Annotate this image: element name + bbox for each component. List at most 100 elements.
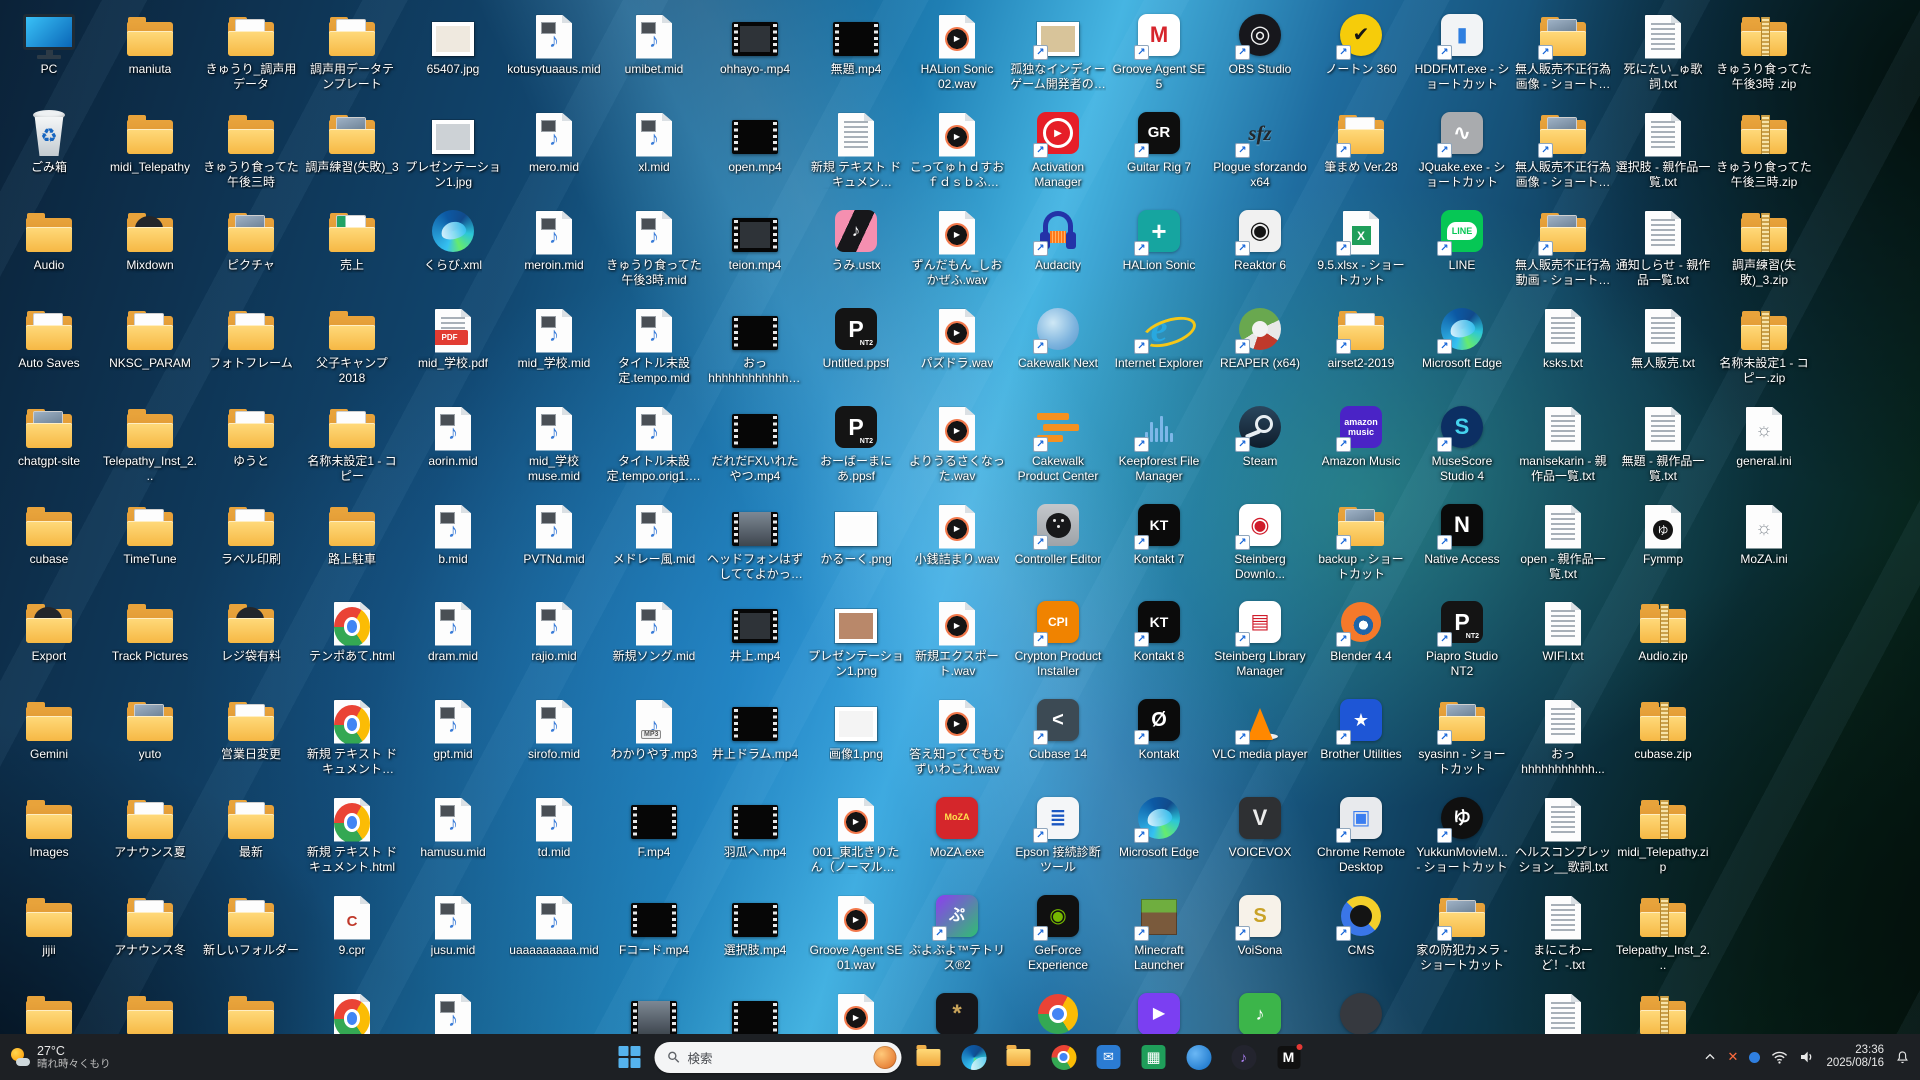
desktop-icon[interactable]: PNT2おーばーまにあ.ppsf	[808, 402, 904, 483]
desktop-icon[interactable]: ♪b.mid	[405, 500, 501, 567]
desktop-icon[interactable]: ゆ↗YukkunMovieM... - ショートカット	[1414, 793, 1510, 874]
desktop-icon[interactable]: Audio	[1, 206, 97, 273]
desktop-icon[interactable]: ↗REAPER (x64)	[1212, 304, 1308, 371]
desktop-icon[interactable]: Telepathy_Inst_2...	[1615, 891, 1711, 972]
desktop-icon[interactable]: ◉↗Reaktor 6	[1212, 206, 1308, 273]
desktop-icon[interactable]: ♪MP3わかりやす.mp3	[606, 695, 702, 762]
desktop-icon[interactable]: テンポあて.html	[304, 597, 400, 664]
desktop-icon[interactable]: Images	[1, 793, 97, 860]
desktop-icon[interactable]: e↗Internet Explorer	[1111, 304, 1207, 371]
desktop-icon[interactable]: C9.cpr	[304, 891, 400, 958]
tray-app-blue-icon[interactable]	[1749, 1052, 1760, 1063]
desktop-icon[interactable]: Mixdown	[102, 206, 198, 273]
search-input[interactable]: 検索	[655, 1042, 902, 1073]
desktop-icon[interactable]: Audio.zip	[1615, 597, 1711, 664]
desktop-icon[interactable]: KT↗Kontakt 8	[1111, 597, 1207, 664]
desktop-icon[interactable]: ▶小銭詰まり.wav	[909, 500, 1005, 567]
notifications-button[interactable]	[1895, 1050, 1910, 1065]
desktop-icon[interactable]: ♪xl.mid	[606, 108, 702, 175]
desktop-icon[interactable]: ♪mero.mid	[506, 108, 602, 175]
desktop-icon[interactable]: 通知しらせ - 親作品一覧.txt	[1615, 206, 1711, 287]
desktop-icon[interactable]: ♪jusu.mid	[405, 891, 501, 958]
desktop-icon[interactable]: ↗無人販売不正行為 画像 - ショートカット	[1515, 108, 1611, 189]
desktop-icon[interactable]: ☼general.ini	[1716, 402, 1812, 469]
desktop-icon[interactable]: ▶こってゅｈｄすおｆｄｓｂふぁ.wav	[909, 108, 1005, 189]
desktop-icon[interactable]: 65407.jpg	[405, 10, 501, 77]
desktop-icon[interactable]: ゆうと	[203, 402, 299, 469]
desktop-icon[interactable]: ↗syasinn - ショートカット	[1414, 695, 1510, 776]
desktop-icon[interactable]: アナウンス冬	[102, 891, 198, 958]
desktop-icon[interactable]: 路上駐車	[304, 500, 400, 567]
desktop-icon[interactable]: おっhhhhhhhhhhh...	[1515, 695, 1611, 776]
desktop-icon[interactable]: 無人販売.txt	[1615, 304, 1711, 371]
desktop-icon[interactable]: 営業日変更	[203, 695, 299, 762]
desktop-icon[interactable]: プレゼンテーション1.jpg	[405, 108, 501, 189]
desktop-icon[interactable]: 井上.mp4	[707, 597, 803, 664]
desktop-icon[interactable]: ↗家の防犯カメラ - ショートカット	[1414, 891, 1510, 972]
desktop-icon[interactable]: ▶答え知ってでもむずいわこれ.wav	[909, 695, 1005, 776]
desktop-icon[interactable]: ↗Cakewalk Product Center	[1010, 402, 1106, 483]
desktop-icon[interactable]: ↗Steam	[1212, 402, 1308, 469]
desktop-icon[interactable]: かるーく.png	[808, 500, 904, 567]
desktop-icon[interactable]: ↗CMS	[1313, 891, 1409, 958]
desktop-icon[interactable]: 新規 テキスト ドキュメント.html	[304, 793, 400, 874]
desktop-icon[interactable]: ゆFymmp	[1615, 500, 1711, 567]
desktop-icon[interactable]: きゅうり食ってた午後三時.zip	[1716, 108, 1812, 189]
volume-icon[interactable]	[1799, 1050, 1815, 1064]
desktop-icon[interactable]: ↗backup - ショートカット	[1313, 500, 1409, 581]
desktop-icon[interactable]: ピクチャ	[203, 206, 299, 273]
desktop-icon[interactable]: ♪gpt.mid	[405, 695, 501, 762]
desktop-icon[interactable]: ♪新規ソング.mid	[606, 597, 702, 664]
desktop-icon[interactable]: ≣↗Epson 接続診断ツール	[1010, 793, 1106, 874]
taskbar-app-m-editor[interactable]: M	[1271, 1039, 1307, 1075]
desktop-icon[interactable]: ヘッドフォンはずしててよかっt.mp4	[707, 500, 803, 581]
taskbar-app-google-chrome[interactable]	[1046, 1039, 1082, 1075]
desktop-icon[interactable]: きゅうり食ってた午後三時	[203, 108, 299, 189]
desktop-icon[interactable]: F.mp4	[606, 793, 702, 860]
desktop-icon[interactable]: ◎↗OBS Studio	[1212, 10, 1308, 77]
desktop-icon[interactable]: 死にたい_ゅ歌詞.txt	[1615, 10, 1711, 91]
desktop-icon[interactable]: フォトフレーム	[203, 304, 299, 371]
desktop-icon[interactable]: manisekarin - 親作品一覧.txt	[1515, 402, 1611, 483]
desktop-icon[interactable]: WIFI.txt	[1515, 597, 1611, 664]
desktop-icon[interactable]: Telepathy_Inst_2...	[102, 402, 198, 483]
desktop-icon[interactable]: ↗無人販売不正行為 画像 - ショートカッ...	[1515, 10, 1611, 91]
desktop-icon[interactable]: maniuta	[102, 10, 198, 77]
desktop-icon[interactable]: ▣↗Chrome Remote Desktop	[1313, 793, 1409, 874]
taskbar-app-mail[interactable]: ✉	[1091, 1039, 1127, 1075]
desktop-icon[interactable]: KT↗Kontakt 7	[1111, 500, 1207, 567]
desktop-icon[interactable]: ↗Microsoft Edge	[1111, 793, 1207, 860]
desktop-icon[interactable]: ヘルスコンプレッション__歌詞.txt	[1515, 793, 1611, 874]
desktop-icon[interactable]: midi_Telepathy.zip	[1615, 793, 1711, 874]
desktop-icon[interactable]: きゅうり食ってた午後3時 .zip	[1716, 10, 1812, 91]
desktop-icon[interactable]: X↗9.5.xlsx - ショートカット	[1313, 206, 1409, 287]
desktop-icon[interactable]: ♻ごみ箱	[1, 108, 97, 175]
desktop-icon[interactable]: MoZAMoZA.exe	[909, 793, 1005, 860]
desktop-icon[interactable]: PNT2↗Piapro Studio NT2	[1414, 597, 1510, 678]
desktop-icon[interactable]: レジ袋有料	[203, 597, 299, 664]
desktop-icon[interactable]: 調声練習(失敗)_3.zip	[1716, 206, 1812, 287]
desktop-icon[interactable]: CPI↗Crypton Product Installer	[1010, 597, 1106, 678]
desktop-icon[interactable]: Export	[1, 597, 97, 664]
desktop-icon[interactable]: ↗無人販売不正行為 動画 - ショートカット	[1515, 206, 1611, 287]
desktop-icon[interactable]: Track Pictures	[102, 597, 198, 664]
desktop-icon[interactable]: ♪うみ.ustx	[808, 206, 904, 273]
desktop-icon[interactable]: ▮↗HDDFMT.exe - ショートカット	[1414, 10, 1510, 91]
desktop-icon[interactable]: ♪PVTNd.mid	[506, 500, 602, 567]
desktop-icon[interactable]: ↗Minecraft Launcher	[1111, 891, 1207, 972]
desktop-icon[interactable]: 新規 テキスト ドキュメント (2).html	[304, 695, 400, 776]
desktop-icon[interactable]: ▶ずんだもん_しおかぜふ.wav	[909, 206, 1005, 287]
desktop-icon[interactable]: ◉↗GeForce Experience	[1010, 891, 1106, 972]
desktop-icon[interactable]: Fコード.mp4	[606, 891, 702, 958]
desktop-icon[interactable]: ↗Controller Editor	[1010, 500, 1106, 567]
desktop-icon[interactable]: ✔↗ノートン 360	[1313, 10, 1409, 77]
desktop-icon[interactable]: ♪td.mid	[506, 793, 602, 860]
desktop-icon[interactable]: 父子キャンプ2018	[304, 304, 400, 385]
desktop-icon[interactable]: まにこわーど！-.txt	[1515, 891, 1611, 972]
desktop-icon[interactable]: アナウンス夏	[102, 793, 198, 860]
desktop-icon[interactable]: 調声用データテンプレート	[304, 10, 400, 91]
taskbar-app-file-explorer[interactable]	[911, 1039, 947, 1075]
desktop-icon[interactable]: VVOICEVOX	[1212, 793, 1308, 860]
taskbar-app-spreadsheet-app[interactable]: ▦	[1136, 1039, 1172, 1075]
desktop-icon[interactable]: ↗airset2-2019	[1313, 304, 1409, 371]
